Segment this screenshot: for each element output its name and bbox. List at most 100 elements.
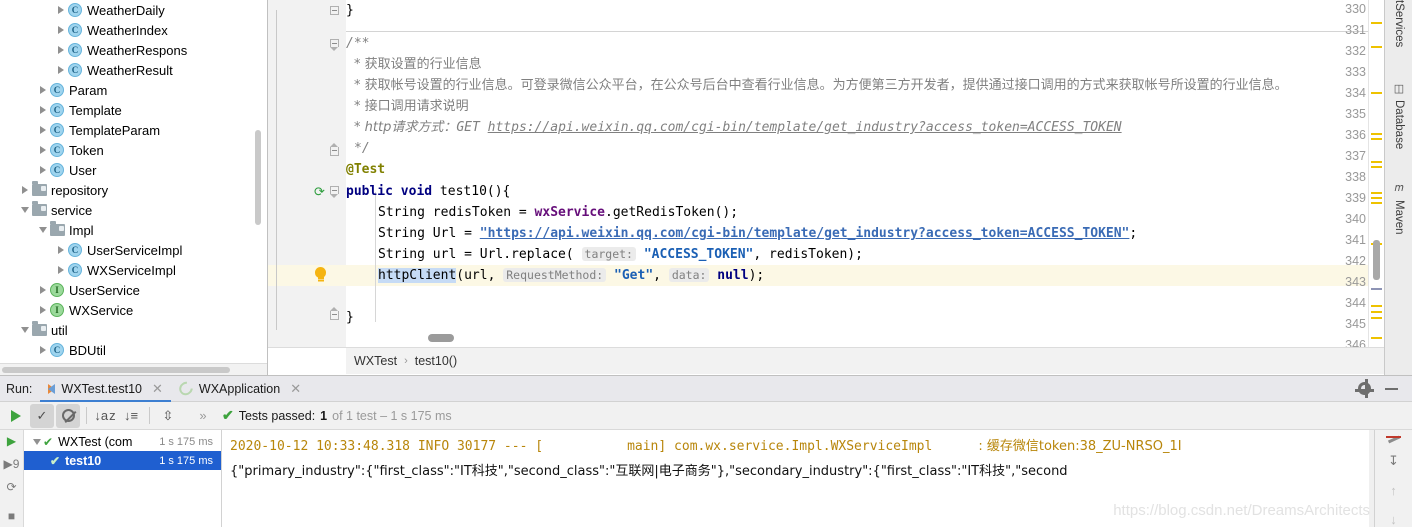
chevron-right-icon[interactable] [36,280,49,300]
tree-item-weatherrespons[interactable]: C WeatherRespons [0,40,267,60]
stripe-mark[interactable] [1371,161,1382,163]
error-stripe-marker-bar[interactable] [1368,0,1384,347]
stripe-mark[interactable] [1371,202,1382,204]
chevron-right-icon[interactable] [18,180,31,200]
previous-occurrence-icon[interactable]: ↑ [1390,483,1397,498]
run-tab-wxtest-test10[interactable]: WXTest.test10 ✕ [40,376,171,402]
tree-item-templateparam[interactable]: C TemplateParam [0,120,267,140]
close-icon[interactable]: ✕ [290,381,301,397]
project-tree-vertical-scrollbar[interactable] [255,130,261,225]
rerun-icon[interactable]: ▶ [7,434,16,448]
fold-marker-332[interactable] [330,39,339,51]
tree-item-wxservice[interactable]: I WXService [0,300,267,320]
tree-item-weatherindex[interactable]: C WeatherIndex [0,20,267,40]
tree-item-token[interactable]: C Token [0,140,267,160]
chevron-right-icon[interactable] [36,120,49,140]
fold-marker-345[interactable] [330,307,339,320]
chevron-right-icon[interactable] [54,60,67,80]
expand-collapse-button[interactable]: ⇳ [156,404,180,428]
hide-ignored-toggle[interactable] [56,403,80,428]
chevron-right-icon[interactable] [54,260,67,280]
tree-item-param[interactable]: C Param [0,80,267,100]
more-actions-button[interactable]: » [191,404,215,428]
editor-horizontal-scrollbar[interactable] [428,334,454,342]
console-side-toolbar[interactable]: ↧ ↑ ↓ [1374,430,1412,527]
breadcrumb-method[interactable]: test10() [415,354,457,368]
chevron-down-icon[interactable] [30,432,43,452]
chevron-down-icon[interactable] [36,220,49,240]
stripe-mark[interactable] [1371,138,1382,140]
breadcrumb-class[interactable]: WXTest [354,354,397,368]
stripe-mark[interactable] [1371,22,1382,24]
project-tree[interactable]: C WeatherDaily C WeatherIndex C WeatherRespon… [0,0,267,360]
tree-item-template[interactable]: C Template [0,100,267,120]
next-occurrence-icon[interactable]: ↓ [1390,512,1397,527]
run-toolbar[interactable]: ✓ ↓a z ↓≡ ⇳ » ✔ Tests passed: 1 of 1 tes… [0,402,1412,430]
stripe-mark[interactable] [1371,46,1382,48]
project-tree-pane[interactable]: C WeatherDaily C WeatherIndex C WeatherRespon… [0,0,268,375]
chevron-right-icon[interactable] [54,240,67,260]
rerun-failed-icon[interactable]: ⟳ [6,480,16,494]
chevron-right-icon[interactable] [54,0,67,20]
sort-alphabetically-button[interactable]: ↓a z [93,404,117,428]
stripe-mark-blue[interactable] [1371,288,1382,290]
intention-bulb-icon[interactable] [315,267,326,279]
chevron-right-icon[interactable] [54,40,67,60]
tree-item-userservice[interactable]: I UserService [0,280,267,300]
console-scrollbar[interactable] [1369,430,1374,527]
fold-marker-330[interactable] [330,6,339,15]
run-tab-bar[interactable]: Run: WXTest.test10 ✕ WXApplication ✕ [0,376,1412,402]
breadcrumb[interactable]: WXTest › test10() [346,348,1384,374]
tree-item-user[interactable]: C User [0,160,267,180]
error-stripe-thumb[interactable] [1373,240,1380,280]
scroll-to-end-icon[interactable]: ↧ [1388,453,1399,469]
run-tab-wxapplication[interactable]: WXApplication ✕ [171,376,309,402]
stripe-mark[interactable] [1371,317,1382,319]
editor-gutter[interactable] [268,0,346,347]
gear-icon[interactable] [1355,382,1374,395]
fold-marker-337[interactable] [330,143,339,156]
code-editor[interactable]: 330 331 332 333 334 335 336 337 338 339 340 341 342 3… [268,0,1412,375]
test-tree-row-test10[interactable]: ✔ test10 1 s 175 ms [24,451,221,470]
sort-by-duration-button[interactable]: ↓≡ [119,404,143,428]
chevron-right-icon[interactable] [36,160,49,180]
close-icon[interactable]: ✕ [152,381,163,397]
tree-item-wxserviceimpl[interactable]: C WXServiceImpl [0,260,267,280]
code-text-area[interactable]: } /** * 获取设置的行业信息 * 获取帐号设置的行业信息。可登录微信公众平… [346,0,1412,347]
tree-item-weatherresult[interactable]: C WeatherResult [0,60,267,80]
stripe-mark[interactable] [1371,197,1382,199]
rerun-button[interactable] [4,404,28,428]
javadoc-url-link[interactable]: https://api.weixin.qq.com/cgi-bin/templa… [488,120,1122,135]
project-tree-horizontal-scrollbar[interactable] [0,363,267,375]
chevron-right-icon[interactable] [36,300,49,320]
tree-item-userserviceimpl[interactable]: C UserServiceImpl [0,240,267,260]
chevron-right-icon[interactable] [36,340,49,360]
stripe-mark[interactable] [1371,337,1382,339]
chevron-right-icon[interactable] [36,80,49,100]
stripe-mark[interactable] [1371,92,1382,94]
minimize-icon[interactable] [1385,387,1398,390]
tree-item-repository[interactable]: repository [0,180,267,200]
run-side-toolbar[interactable]: ▶ ▶9 ⟳ ■ ▣ [0,430,24,527]
fold-marker-339[interactable] [330,186,339,198]
scrollbar-thumb[interactable] [2,367,230,373]
run-test-gutter-icon[interactable]: ⟳ [314,184,325,200]
chevron-right-icon[interactable] [54,20,67,40]
test-tree-row-suite[interactable]: ✔ WXTest (com 1 s 175 ms [24,432,221,451]
stripe-mark[interactable] [1371,166,1382,168]
stop-icon[interactable]: ■ [8,509,15,523]
right-tool-window-bar[interactable]: tServices ◫ Database 𝑚 Maven [1384,0,1412,375]
test-results-tree[interactable]: ✔ WXTest (com 1 s 175 ms ✔ test10 1 s 17… [24,430,222,527]
tree-item-util[interactable]: util [0,320,267,340]
string-url-literal[interactable]: "https://api.weixin.qq.com/cgi-bin/templ… [480,226,1130,241]
stripe-mark[interactable] [1371,311,1382,313]
tool-window-database[interactable]: ◫ Database [1385,82,1412,174]
debug-icon[interactable]: ▶9 [4,457,20,471]
chevron-right-icon[interactable] [36,140,49,160]
soft-wrap-icon[interactable] [1385,435,1402,439]
stripe-mark[interactable] [1371,133,1382,135]
tree-item-impl[interactable]: Impl [0,220,267,240]
chevron-down-icon[interactable] [18,200,31,220]
chevron-down-icon[interactable] [18,320,31,340]
console-output[interactable]: 2020-10-12 10:33:48.318 INFO 30177 --- [… [222,430,1374,527]
